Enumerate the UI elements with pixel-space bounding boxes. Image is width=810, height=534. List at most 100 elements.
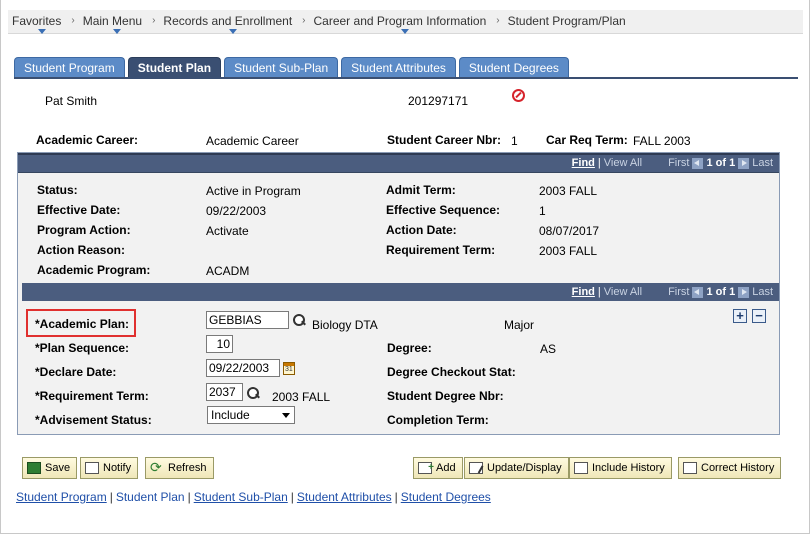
tab-student-degrees[interactable]: Student Degrees — [458, 57, 569, 78]
chevron-down-icon — [282, 413, 290, 418]
find-link[interactable]: Find — [572, 155, 595, 172]
search-icon[interactable] — [246, 386, 260, 400]
declare-date-label: *Declare Date: — [35, 365, 117, 379]
calendar-icon[interactable] — [283, 362, 295, 375]
effective-date-label: Effective Date: — [37, 203, 121, 217]
plan-type: Major — [504, 318, 535, 332]
action-date-value: 08/07/2017 — [539, 224, 600, 238]
admit-term-value: 2003 FALL — [539, 184, 598, 198]
breadcrumb-student-program-plan: Student Program/Plan — [507, 13, 626, 28]
student-id: 201297171 — [408, 94, 469, 108]
plan-first-label: First — [668, 286, 690, 298]
program-action-value: Activate — [206, 224, 249, 238]
link-student-sub-plan[interactable]: Student Sub-Plan — [194, 490, 288, 504]
plan-sequence-label: *Plan Sequence: — [35, 341, 130, 355]
requirement-term-label: Requirement Term: — [386, 243, 496, 257]
plan-sequence-input[interactable]: 10 — [206, 335, 233, 353]
link-student-attributes[interactable]: Student Attributes — [297, 490, 392, 504]
row-position: 1 of 1 — [706, 157, 736, 169]
view-all-link[interactable]: View All — [604, 155, 642, 172]
effective-sequence-value: 1 — [539, 204, 546, 218]
next-arrow-icon[interactable] — [738, 286, 750, 298]
advisement-status-select[interactable]: Include — [207, 406, 295, 424]
save-icon — [27, 462, 41, 474]
program-action-label: Program Action: — [37, 223, 131, 237]
plan-find-link[interactable]: Find — [572, 283, 595, 301]
edit-icon — [469, 462, 483, 474]
notify-button[interactable]: Notify — [80, 457, 139, 479]
breadcrumb-records-enrollment[interactable]: Records and Enrollment — [159, 10, 298, 34]
advisement-status-value: Include — [211, 408, 250, 422]
link-student-degrees[interactable]: Student Degrees — [401, 490, 491, 504]
academic-program-value: ACADM — [206, 264, 250, 278]
link-student-plan[interactable]: Student Plan — [116, 490, 185, 504]
chevron-down-icon — [400, 28, 409, 34]
first-label: First — [668, 157, 690, 169]
advisement-status-label: *Advisement Status: — [35, 413, 152, 427]
academic-plan-input[interactable]: GEBBIAS — [206, 311, 289, 329]
car-req-term-value: FALL 2003 — [633, 134, 691, 148]
degree-label: Degree: — [387, 341, 432, 355]
previous-arrow-icon[interactable] — [692, 158, 704, 169]
plan-requirement-term-input[interactable]: 2037 — [206, 383, 243, 401]
breadcrumb-separator-icon: › — [302, 14, 306, 26]
save-button[interactable]: Save — [22, 457, 78, 479]
add-row-icon[interactable]: + — [733, 309, 747, 323]
search-icon[interactable] — [292, 313, 306, 327]
link-student-program[interactable]: Student Program — [16, 490, 107, 504]
tab-student-program[interactable]: Student Program — [14, 57, 125, 78]
previous-arrow-icon[interactable] — [692, 286, 704, 298]
breadcrumb-career-program-info[interactable]: Career and Program Information — [310, 10, 493, 34]
student-name: Pat Smith — [45, 94, 98, 108]
chevron-down-icon — [113, 28, 122, 34]
declare-date-input[interactable]: 09/22/2003 — [206, 359, 280, 377]
tab-student-sub-plan[interactable]: Student Sub-Plan — [224, 57, 339, 78]
add-icon — [418, 458, 434, 478]
admit-term-label: Admit Term: — [386, 183, 456, 197]
effective-sequence-label: Effective Sequence: — [386, 203, 501, 217]
career-nbr-value: 1 — [511, 134, 518, 148]
update-display-button[interactable]: Update/Display — [464, 457, 569, 479]
tab-student-attributes[interactable]: Student Attributes — [341, 57, 456, 78]
car-req-term-label: Car Req Term: — [546, 133, 628, 147]
academic-plan-label: *Academic Plan: — [35, 317, 130, 331]
plan-row-position: 1 of 1 — [706, 286, 736, 298]
last-label: Last — [752, 157, 773, 169]
program-navbar: Find | View All First 1 of 1 Last — [18, 155, 779, 173]
next-arrow-icon[interactable] — [738, 158, 750, 169]
refresh-icon — [150, 458, 164, 478]
plan-view-all-link[interactable]: View All — [604, 283, 642, 301]
breadcrumb-separator-icon: › — [496, 14, 500, 26]
effective-date-value: 09/22/2003 — [206, 204, 267, 218]
correct-history-button[interactable]: Correct History — [678, 457, 782, 479]
correct-history-icon — [683, 462, 697, 474]
status-label: Status: — [37, 183, 78, 197]
academic-career-label: Academic Career: — [36, 133, 139, 147]
student-degree-nbr-label: Student Degree Nbr: — [387, 389, 504, 403]
completion-term-label: Completion Term: — [387, 413, 489, 427]
plan-navbar: Find | View All First 1 of 1 Last — [22, 283, 779, 301]
degree-checkout-label: Degree Checkout Stat: — [387, 365, 516, 379]
breadcrumb-separator-icon: › — [71, 14, 75, 26]
add-button[interactable]: Add — [413, 457, 463, 479]
delete-row-icon[interactable]: − — [752, 309, 766, 323]
warning-stop-icon — [512, 89, 525, 102]
plan-last-label: Last — [752, 286, 773, 298]
breadcrumb: Favorites › Main Menu › Records and Enro… — [8, 10, 803, 34]
chevron-down-icon — [228, 28, 237, 34]
academic-career-value: Academic Career — [206, 134, 299, 148]
requirement-term-value: 2003 FALL — [539, 244, 598, 258]
degree-value: AS — [540, 342, 557, 356]
include-history-button[interactable]: Include History — [569, 457, 672, 479]
plan-requirement-term-desc: 2003 FALL — [272, 390, 331, 404]
action-reason-label: Action Reason: — [37, 243, 126, 257]
plan-requirement-term-label: *Requirement Term: — [35, 389, 149, 403]
status-value: Active in Program — [206, 184, 301, 198]
breadcrumb-main-menu[interactable]: Main Menu — [79, 10, 148, 34]
notify-icon — [85, 462, 99, 474]
breadcrumb-favorites[interactable]: Favorites — [8, 10, 67, 34]
tab-student-plan[interactable]: Student Plan — [127, 57, 222, 78]
breadcrumb-separator-icon: › — [152, 14, 156, 26]
tab-underline — [14, 77, 798, 79]
refresh-button[interactable]: Refresh — [145, 457, 214, 479]
